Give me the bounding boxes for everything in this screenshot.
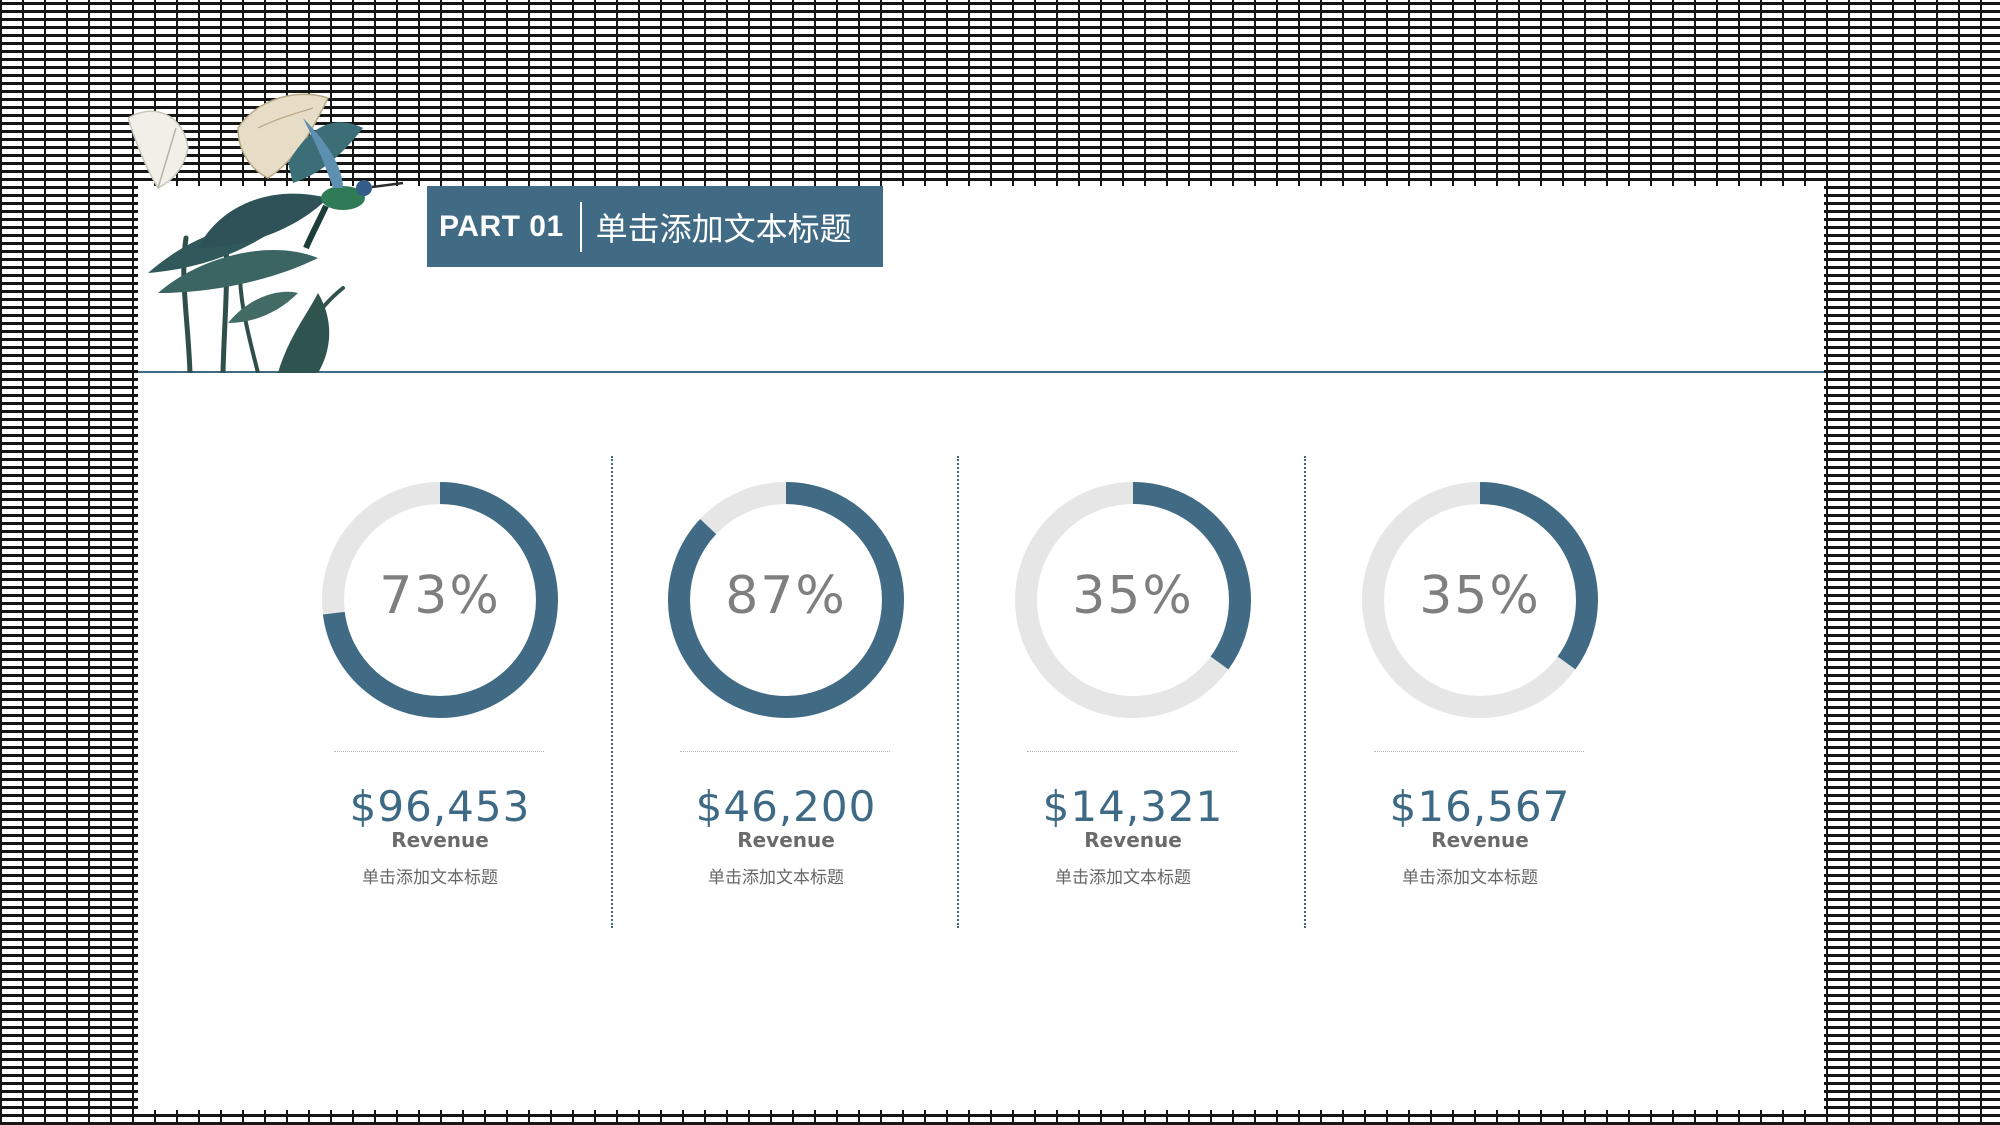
column-divider — [957, 456, 959, 928]
metric-label: Revenue — [1431, 828, 1529, 852]
section-title-banner: PART 01 单击添加文本标题 — [427, 186, 883, 267]
percent-label: 35% — [1419, 566, 1541, 626]
column-divider — [611, 456, 613, 928]
part-label: PART 01 — [439, 209, 564, 243]
calla-lily-hummingbird-illustration — [128, 93, 404, 373]
metric-label: Revenue — [737, 828, 835, 852]
percent-label: 73% — [379, 566, 501, 626]
metric-label: Revenue — [1084, 828, 1182, 852]
caption-text: 单击添加文本标题 — [708, 868, 844, 888]
value-label: $14,321 — [1042, 782, 1224, 831]
section-title: 单击添加文本标题 — [595, 209, 852, 248]
caption-text: 单击添加文本标题 — [1055, 868, 1191, 888]
dotted-separator — [1027, 751, 1237, 752]
dotted-separator — [334, 751, 544, 752]
banner-divider — [579, 201, 582, 252]
metric-label: Revenue — [391, 828, 489, 852]
percent-label: 87% — [725, 566, 847, 626]
dotted-separator — [1374, 751, 1584, 752]
caption-text: 单击添加文本标题 — [1402, 868, 1538, 888]
percent-label: 35% — [1072, 566, 1194, 626]
value-label: $96,453 — [349, 782, 531, 831]
column-divider — [1304, 456, 1306, 928]
caption-text: 单击添加文本标题 — [362, 868, 498, 888]
value-label: $16,567 — [1389, 782, 1571, 831]
value-label: $46,200 — [695, 782, 877, 831]
dotted-separator — [680, 751, 890, 752]
